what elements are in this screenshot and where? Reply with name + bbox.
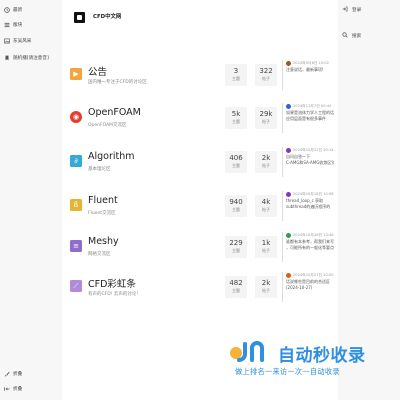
topics-count: 229 主题 <box>225 236 247 258</box>
category-row: ∂ Algorithm 基本理论区 406 主题 2k 帖子 2024年10月2… <box>70 145 334 183</box>
posts-count: 4k 帖子 <box>255 195 277 217</box>
latest-post-text[interactable]: 话说哪些是目前的合适区 <box>286 279 334 285</box>
posts-count: 322 帖子 <box>255 64 277 86</box>
latest-post-text[interactable]: 如果是流体力学人工程的话 <box>286 110 334 116</box>
sidebar-collapse-button[interactable]: 折叠 <box>4 384 22 394</box>
topics-count: 406 主题 <box>225 151 247 173</box>
posts-count: 29k 帖子 <box>255 107 277 129</box>
search-button[interactable]: 搜索 <box>342 31 361 41</box>
category-title[interactable]: Algorithm <box>88 151 135 162</box>
watermark: 自动秒收录 做上排名一来访一次一自动收录 <box>228 340 388 384</box>
latest-post-text[interactable]: (2024-10-27) <box>286 285 334 291</box>
sidebar-item-random[interactable]: 随机播[请注意音] <box>4 53 49 63</box>
category-row: ▶ 公告 国内唯一专注于CFD的讨论区 3 主题 322 帖子 2024年5月8… <box>70 58 330 96</box>
latest-post-time: 2024年10月27日 20:00 <box>293 273 334 277</box>
latest-post-time: 2024年10月28日 13:46 <box>293 233 334 237</box>
latest-post[interactable]: 2024年11月7日 00:44 如果是流体力学人工程的话 应用层面是有很多事件 <box>282 103 334 133</box>
sidebar-item-label: 折叠 <box>13 372 23 377</box>
sidebar-item-label: 最新 <box>13 8 23 13</box>
latest-post[interactable]: 2024年5月8日 15:02 注意说话，最新事项! <box>282 60 334 90</box>
sidebar-item-label: 东吴风采 <box>13 39 32 44</box>
login-label: 登录 <box>352 8 362 13</box>
search-label: 搜索 <box>352 34 362 39</box>
latest-post[interactable]: 2024年10月18日 10:58 thread_loop_c 获取 subth… <box>282 191 334 221</box>
category-description: 有声的CFD! 云声的讨论! <box>88 292 139 297</box>
watermark-title: 自动秒收录 <box>278 346 366 366</box>
category-title[interactable]: Fluent <box>88 195 118 206</box>
megaphone-icon[interactable]: ▶ <box>70 68 82 80</box>
sidebar-item-label: 随机播[请注意音] <box>13 56 49 61</box>
latest-post-time: 2024年5月8日 15:02 <box>293 61 329 65</box>
topics-count: 5k 主题 <box>225 107 247 129</box>
sidebar-item-gallery[interactable]: 东吴风采 <box>4 36 31 46</box>
latest-post-time: 2024年10月18日 10:58 <box>293 192 334 196</box>
site-logo-icon[interactable] <box>74 12 85 23</box>
avatar[interactable] <box>286 104 291 109</box>
topics-count: 482 主题 <box>225 276 247 298</box>
category-title[interactable]: OpenFOAM <box>88 107 141 118</box>
latest-post-text[interactable]: 应用层面是有很多事件 <box>286 116 334 122</box>
posts-count: 1k 帖子 <box>255 236 277 258</box>
avatar[interactable] <box>286 273 291 278</box>
sidebar-item-latest[interactable]: 最新 <box>4 5 22 15</box>
category-row: ◉ OpenFOAM OpenFOAM交流区 5k 主题 29k 帖子 2024… <box>70 101 334 139</box>
posts-count: 2k 帖子 <box>255 151 277 173</box>
latest-post-text[interactable]: subthread的遍历程序的 <box>286 204 334 210</box>
category-description: Fluent交流区 <box>88 211 116 216</box>
sidebar-item-label: 版块 <box>13 23 23 28</box>
fluent-icon[interactable]: ß <box>70 199 82 211</box>
search-icon <box>342 32 348 40</box>
category-title[interactable]: 公告 <box>88 64 107 78</box>
sidebar-bottom-item-1[interactable]: 折叠 <box>4 369 22 379</box>
login-button[interactable]: 登录 <box>342 5 361 15</box>
image-icon <box>4 38 10 44</box>
posts-count: 2k 帖子 <box>255 276 277 298</box>
site-name[interactable]: CFD中文网 <box>93 12 121 23</box>
avatar[interactable] <box>286 61 291 66</box>
topics-count: 940 主题 <box>225 195 247 217</box>
category-title[interactable]: Meshy <box>88 236 119 247</box>
list-icon <box>4 22 10 28</box>
brush-icon <box>4 371 10 377</box>
avatar[interactable] <box>286 233 291 238</box>
clock-icon <box>4 7 10 13</box>
mesh-icon[interactable]: ≡ <box>70 240 82 252</box>
latest-post[interactable]: 2024年10月22日 20:14 自问自答一下 C-AMG和SA-AMG收敛区… <box>282 147 334 177</box>
latest-post[interactable]: 2024年10月27日 20:00 话说哪些是目前的合适区 (2024-10-2… <box>282 272 334 302</box>
latest-post-text[interactable]: C-AMG和SA-AMG收敛区别 <box>286 160 334 166</box>
category-description: OpenFOAM交流区 <box>88 123 127 128</box>
avatar[interactable] <box>286 148 291 153</box>
category-row: ⟋ CFD彩虹条 有声的CFD! 云声的讨论! 482 主题 2k 帖子 202… <box>70 270 334 308</box>
openfoam-icon[interactable]: ◉ <box>70 111 82 123</box>
collapse-icon <box>4 386 10 392</box>
latest-post-text[interactable]: 谁都有本参考，帮我们来写 <box>286 239 334 245</box>
sidebar-item-categories[interactable]: 版块 <box>4 20 22 30</box>
category-row: ß Fluent Fluent交流区 940 主题 4k 帖子 2024年10月… <box>70 189 334 227</box>
latest-post-text[interactable]: 注意说话，最新事项! <box>286 67 334 73</box>
watermark-logo-icon <box>228 340 270 366</box>
latest-post-text[interactable]: ，可能所有的一般化等要点 <box>286 245 334 251</box>
avatar[interactable] <box>286 192 291 197</box>
login-icon <box>342 6 348 14</box>
sidebar-item-label: 折叠 <box>13 387 23 392</box>
category-description: 基本理论区 <box>88 167 111 172</box>
left-sidebar: 最新 版块 东吴风采 随机播[请注意音] 折叠 折叠 <box>0 0 62 400</box>
category-description: 网格交流区 <box>88 252 111 257</box>
bookmark-icon <box>4 55 10 61</box>
category-description: 国内唯一专注于CFD的讨论区 <box>88 80 147 85</box>
latest-post-time: 2024年10月22日 20:14 <box>293 148 334 152</box>
latest-post-time: 2024年11月7日 00:44 <box>293 104 332 108</box>
topics-count: 3 主题 <box>225 64 247 86</box>
chart-icon[interactable]: ⟋ <box>70 280 82 292</box>
category-row: ≡ Meshy 网格交流区 229 主题 1k 帖子 2024年10月28日 1… <box>70 230 334 268</box>
category-title[interactable]: CFD彩虹条 <box>88 276 136 290</box>
latest-post[interactable]: 2024年10月28日 13:46 谁都有本参考，帮我们来写 ，可能所有的一般化… <box>282 232 334 262</box>
watermark-tagline: 做上排名一来访一次一自动收录 <box>235 367 340 376</box>
header: CFD中文网 <box>62 0 338 36</box>
formula-icon[interactable]: ∂ <box>70 155 82 167</box>
